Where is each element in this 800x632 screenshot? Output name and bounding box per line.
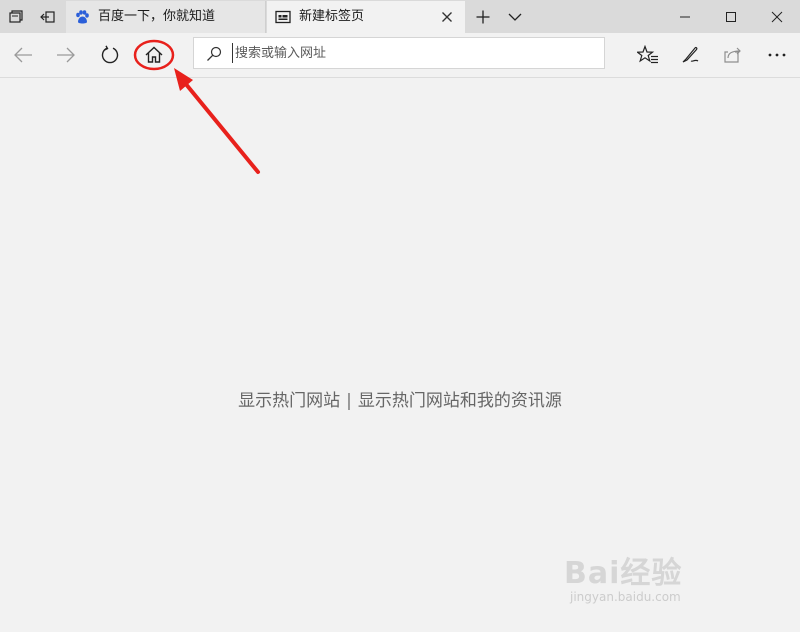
tab-title: 新建标签页 (299, 9, 365, 24)
tab-list-button[interactable] (0, 0, 32, 33)
new-tab-page-icon (275, 10, 291, 24)
show-top-sites-and-feed-link[interactable]: 显示热门网站和我的资讯源 (358, 391, 562, 411)
address-input[interactable] (232, 43, 595, 63)
web-note-button[interactable] (675, 40, 705, 70)
maximize-button[interactable] (708, 0, 754, 33)
baidu-paw-icon (76, 10, 89, 24)
tab-title: 百度一下，你就知道 (98, 9, 216, 24)
watermark-url: jingyan.baidu.com (570, 590, 681, 604)
address-bar[interactable] (193, 37, 605, 69)
watermark-brand: Bai经验 (564, 556, 683, 591)
navigation-bar (0, 33, 800, 78)
tab-preview-chevron-icon (508, 13, 522, 21)
search-icon (207, 46, 222, 61)
forward-arrow-icon (57, 47, 75, 63)
tab-list-icon (9, 9, 23, 23)
show-top-sites-link[interactable]: 显示热门网站 (238, 391, 340, 411)
share-button[interactable] (718, 40, 748, 70)
content-options: 显示热门网站 | 显示热门网站和我的资讯源 (0, 386, 800, 411)
new-tab-plus-icon (476, 10, 490, 23)
tab-close-icon[interactable] (439, 9, 455, 25)
favorites-button[interactable] (633, 40, 663, 70)
minimize-icon (680, 16, 690, 17)
refresh-button[interactable] (95, 40, 125, 70)
favorites-star-icon (637, 45, 658, 64)
set-tabs-aside-button[interactable] (32, 0, 64, 33)
more-button[interactable] (762, 40, 792, 70)
maximize-icon (726, 11, 736, 22)
more-dots-icon (768, 53, 786, 57)
tab-new-tab[interactable]: 新建标签页 (267, 1, 465, 33)
tab-strip: 百度一下，你就知道 新建标签页 (0, 0, 800, 33)
web-note-pen-icon (682, 47, 699, 63)
back-button[interactable] (8, 40, 38, 70)
edge-browser-window: 百度一下，你就知道 新建标签页 搜索或输入网址 显示热门网站 | 显示热门网站和… (0, 0, 800, 632)
close-icon (771, 11, 783, 22)
tab-preview-toggle[interactable] (499, 0, 531, 33)
tab-baidu[interactable]: 百度一下，你就知道 (66, 1, 266, 33)
close-window-button[interactable] (754, 0, 800, 33)
baidu-jingyan-watermark: Bai经验 jingyan.baidu.com (564, 542, 754, 612)
back-arrow-icon (14, 47, 32, 63)
home-icon (145, 46, 163, 63)
share-icon (724, 47, 741, 63)
set-tabs-aside-icon (40, 10, 55, 23)
refresh-icon (101, 45, 119, 64)
new-tab-button[interactable] (467, 0, 499, 33)
minimize-button[interactable] (662, 0, 708, 33)
home-button[interactable] (139, 40, 169, 70)
forward-button[interactable] (51, 40, 81, 70)
separator: | (346, 391, 352, 411)
